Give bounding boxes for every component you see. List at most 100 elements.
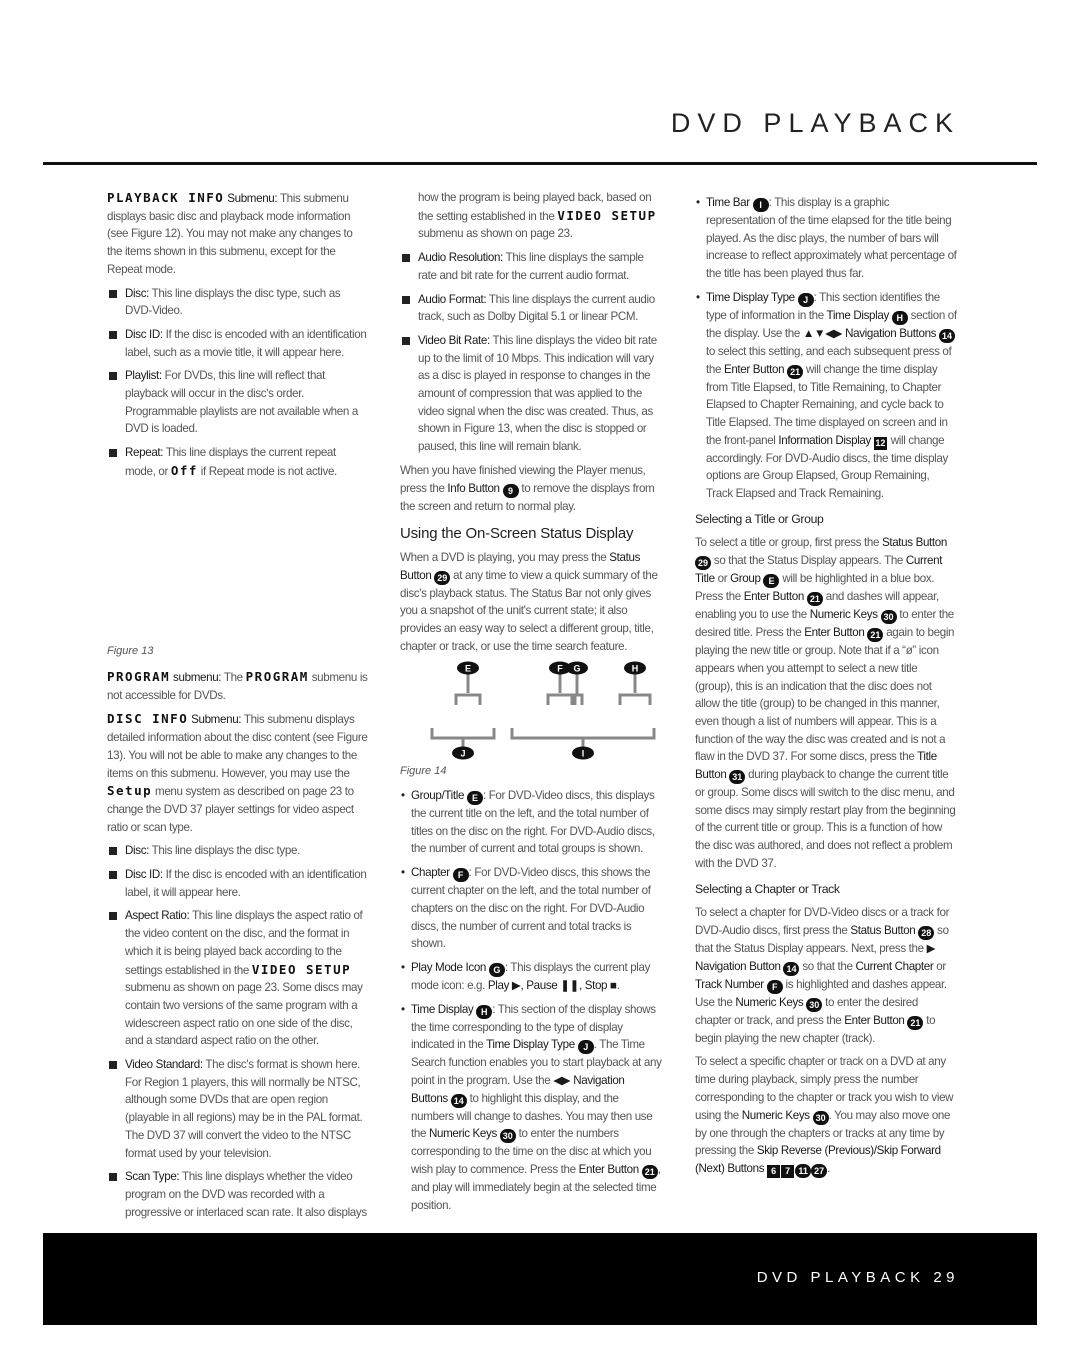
button-number-badge: 31 (729, 770, 746, 785)
paragraph: When a DVD is playing, you may press the… (400, 549, 662, 656)
column-1-bottom: PROGRAM submenu: The PROGRAM submenu is … (107, 668, 369, 1227)
square-bullet-item: Scan Type: This line displays whether th… (107, 1168, 369, 1221)
term: ▲▼◀▶ Navigation Buttons (802, 326, 937, 340)
square-bullet-item: Repeat: This line displays the current r… (107, 444, 369, 480)
button-number-square-badge: 6 (767, 1164, 781, 1178)
text: This line displays the video bit rate up… (418, 333, 657, 454)
term: Current Chapter (855, 959, 934, 973)
dot-bullet-item: Time Display H: This section of the disp… (400, 1001, 662, 1215)
term: Audio Format: (418, 292, 487, 306)
term: Disc: (125, 844, 150, 858)
callout-F: F (557, 664, 563, 674)
square-bullet-item: Aspect Ratio: This line displays the asp… (107, 907, 369, 1050)
term: Group/Title (411, 789, 465, 802)
dot-bullet-item: Time Bar I: This display is a graphic re… (695, 194, 957, 283)
text: so that the (799, 959, 856, 973)
square-bullet-item: Playlist: For DVDs, this line will refle… (107, 367, 369, 438)
button-number-badge: 30 (880, 610, 897, 625)
term: Track Number (695, 977, 764, 991)
button-number-badge: 9 (502, 483, 519, 498)
term: Time Display (411, 1002, 474, 1016)
text: so that the Status Display appears. The (711, 554, 906, 568)
square-bullet-item: Video Standard: The disc's format is sho… (107, 1056, 369, 1162)
square-bullet-item: Disc ID: If the disc is encoded with an … (107, 866, 369, 901)
subsection-heading: Selecting a Chapter or Track (695, 881, 957, 899)
section-heading: Using the On-Screen Status Display (400, 525, 662, 543)
column-2-top: how the program is being played back, ba… (400, 189, 662, 661)
button-number-badge: F (452, 868, 469, 883)
term: Enter Button (743, 590, 805, 604)
button-number-badge: J (577, 1040, 594, 1055)
button-number-badge: G (488, 962, 505, 977)
button-number-badge: I (752, 198, 769, 212)
term: Play ▶, Pause ❚❚, Stop ■ (487, 978, 617, 992)
dot-bullet-item: Time Display Type J: This section identi… (695, 289, 957, 503)
term: Numeric Keys (809, 608, 878, 622)
button-number-badge: J (797, 292, 814, 307)
column-3: Time Bar I: This display is a graphic re… (695, 194, 957, 1184)
text: To select a title or group, first press … (695, 536, 882, 550)
button-number-badge: E (763, 574, 780, 589)
button-number-badge: 30 (806, 997, 823, 1012)
square-bullet-item: Video Bit Rate: This line displays the v… (400, 332, 662, 456)
term: Enter Button (578, 1163, 640, 1177)
term: Enter Button (723, 362, 785, 376)
display-text: PROGRAM (107, 669, 171, 684)
term: Submenu: (188, 713, 242, 727)
paragraph: To select a title or group, first press … (695, 534, 957, 872)
button-number-badge: E (466, 791, 483, 805)
text: Selecting a Title or Group (695, 511, 824, 526)
term: Submenu: (224, 192, 278, 205)
text: This line displays the disc type, such a… (125, 286, 341, 318)
dot-bullet-item: Group/Title E: For DVD-Video discs, this… (400, 787, 662, 858)
button-number-badge: 28 (918, 925, 935, 940)
figure-14-callouts: E F G H J I (452, 661, 646, 760)
display-text: PROGRAM (245, 669, 309, 684)
footer-bar: DVD PLAYBACK 29 (43, 1233, 1037, 1325)
footer-page-label: DVD PLAYBACK 29 (756, 1269, 959, 1286)
dot-bullet-item: Chapter F: For DVD-Video discs, this sho… (400, 864, 662, 953)
term: Disc: (125, 286, 150, 300)
text: submenu as shown on page 23. (418, 227, 573, 241)
column-2-bottom: Group/Title E: For DVD-Video discs, this… (400, 787, 662, 1221)
bullet-continuation: how the program is being played back, ba… (400, 189, 662, 243)
paragraph: PLAYBACK INFO Submenu: This submenu disp… (107, 189, 369, 279)
term: Playlist: (125, 369, 162, 383)
term: Disc ID: (125, 327, 163, 341)
text: When a DVD is playing, you may press the (400, 550, 610, 564)
term: Time Bar (706, 196, 750, 209)
term: Chapter (411, 866, 450, 880)
button-number-badge: H (476, 1004, 493, 1019)
display-text: PLAYBACK INFO (107, 190, 225, 205)
paragraph: To select a specific chapter or track on… (695, 1053, 957, 1178)
page-title: DVD PLAYBACK (670, 108, 960, 138)
term: Info Button (447, 481, 500, 495)
term: submenu: (170, 671, 222, 684)
square-bullet-item: Disc: This line displays the disc type, … (107, 285, 369, 320)
button-number-badge: 21 (907, 1015, 924, 1030)
square-bullet-item: Disc: This line displays the disc type. (107, 842, 369, 860)
button-number-badge: F (766, 979, 783, 994)
column-1-top: PLAYBACK INFO Submenu: This submenu disp… (107, 189, 369, 487)
term: Video Standard: (125, 1058, 203, 1072)
text: Using the On-Screen Status Display (400, 525, 634, 543)
button-number-badge: H (891, 310, 908, 325)
display-text: VIDEO SETUP (251, 961, 352, 977)
term: Play Mode Icon (411, 960, 487, 974)
term: Time Display Type (486, 1038, 575, 1052)
callout-E: E (465, 664, 471, 674)
button-number-badge: 21 (787, 364, 804, 379)
button-number-badge: 21 (641, 1165, 658, 1180)
text: The disc's format is shown here. For Reg… (125, 1058, 363, 1160)
button-number-square-badge: 7 (781, 1164, 795, 1178)
button-number-badge: 29 (695, 556, 711, 571)
paragraph: When you have finished viewing the Playe… (400, 462, 662, 515)
term: Repeat: (125, 446, 164, 460)
display-text: Off (170, 462, 198, 478)
text: submenu as shown on page 23. Some discs … (125, 981, 363, 1048)
term: Status Button (881, 536, 947, 550)
term: Status Button (850, 923, 916, 937)
callout-G: G (573, 664, 580, 674)
button-number-badge: 21 (806, 592, 823, 607)
term: Enter Button (804, 626, 865, 640)
